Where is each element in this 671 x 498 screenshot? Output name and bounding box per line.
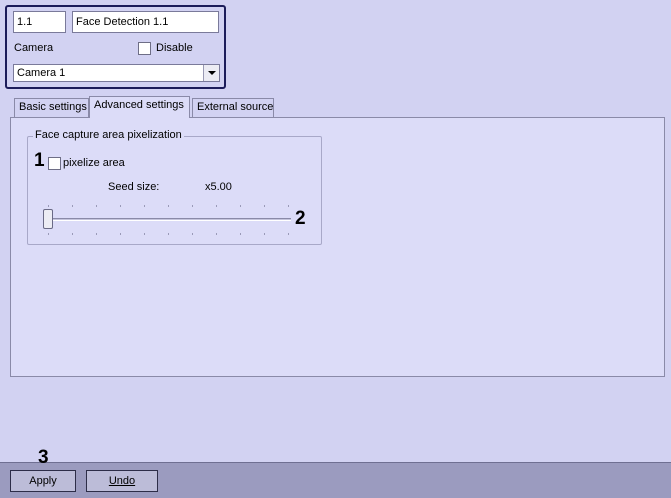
slider-tick [120,205,121,207]
disable-label: Disable [156,42,193,54]
undo-button[interactable]: Undo [86,470,158,492]
camera-select-value: Camera 1 [17,67,66,79]
callout-1: 1 [34,150,45,171]
slider-tick [120,233,121,235]
slider-tick [168,233,169,235]
slider-tick [192,233,193,235]
slider-tick [72,233,73,235]
camera-select[interactable]: Camera 1 [13,64,220,82]
slider-tick [264,205,265,207]
tab-external-source[interactable]: External source [192,98,274,117]
object-name-field[interactable]: Face Detection 1.1 [72,11,219,33]
slider-tick [72,205,73,207]
undo-label: Undo [108,475,136,487]
pixelize-area-label: pixelize area [63,157,125,169]
apply-button[interactable]: Apply [10,470,76,492]
slider-tick [240,233,241,235]
slider-tick [144,205,145,207]
object-id-field[interactable]: 1.1 [13,11,66,33]
slider-tick [216,233,217,235]
tab-basic-settings[interactable]: Basic settings [14,98,89,117]
slider-tick [144,233,145,235]
seed-size-label: Seed size: [108,181,160,193]
tab-advanced-settings[interactable]: Advanced settings [89,96,190,118]
object-settings-panel: 1.1 Face Detection 1.1 Camera Disable Ca… [5,5,226,89]
slider-tick [192,205,193,207]
slider-tick [48,233,49,235]
disable-checkbox[interactable] [138,42,151,55]
seed-size-value: x5.00 [205,181,232,193]
slider-tick [264,233,265,235]
slider-tick [288,205,289,207]
slider-tick [288,233,289,235]
pixelization-group [27,136,322,245]
slider-tick [96,205,97,207]
pixelize-area-checkbox[interactable] [48,157,61,170]
callout-3: 3 [38,447,49,468]
slider-tick [96,233,97,235]
camera-label: Camera [14,42,54,54]
callout-2: 2 [295,208,306,229]
slider-tick [216,205,217,207]
seed-size-slider-thumb[interactable] [43,209,53,229]
seed-size-slider-track[interactable] [45,218,291,221]
slider-tick [48,205,49,207]
chevron-down-icon[interactable] [203,65,219,81]
slider-tick [168,205,169,207]
pixelization-group-title: Face capture area pixelization [33,129,184,141]
slider-tick [240,205,241,207]
